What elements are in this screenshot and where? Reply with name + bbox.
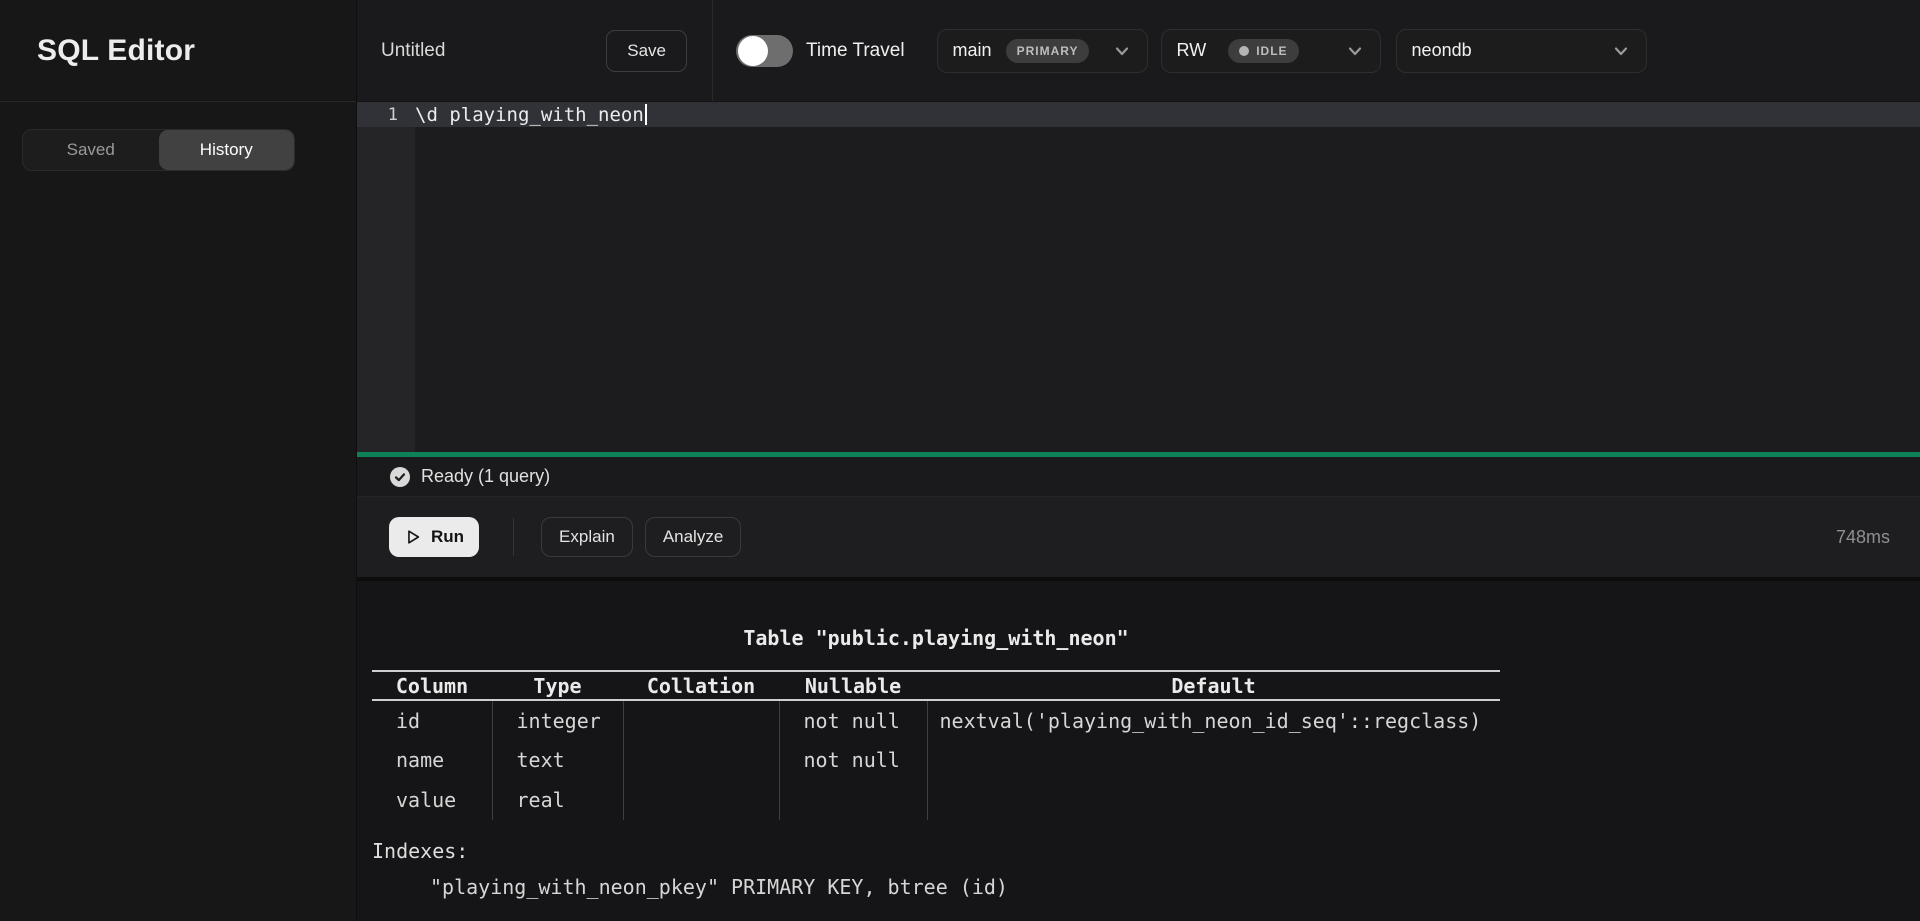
topbar: Untitled Save Time Travel main PRIMARY R…	[357, 0, 1920, 102]
table-row: name text not null	[372, 740, 1500, 780]
run-button[interactable]: Run	[389, 517, 479, 557]
sidebar-header: SQL Editor	[0, 0, 356, 102]
result-table-head: ColumnTypeCollationNullableDefault	[372, 671, 1500, 700]
editor-active-line[interactable]: 1 \d playing_with_neon	[357, 102, 1920, 127]
cell-nullable: not null	[779, 740, 927, 780]
toolbar-divider	[513, 518, 514, 556]
result-table-body: id integer not null nextval('playing_wit…	[372, 700, 1500, 820]
database-select[interactable]: neondb	[1396, 29, 1647, 73]
chevron-down-icon	[1112, 41, 1132, 61]
chevron-down-icon	[1611, 41, 1631, 61]
save-button[interactable]: Save	[606, 30, 687, 72]
compute-status-text: IDLE	[1256, 44, 1287, 58]
play-icon	[404, 528, 422, 546]
sidebar: SQL Editor Saved History	[0, 0, 356, 921]
tab-history-label: History	[200, 140, 253, 160]
cell-type: real	[492, 780, 623, 820]
run-button-label: Run	[431, 527, 464, 547]
cell-nullable	[779, 780, 927, 820]
branch-name: main	[953, 40, 992, 61]
psql-output: Table "public.playing_with_neon" ColumnT…	[372, 625, 1500, 906]
query-title-group: Untitled Save	[357, 0, 712, 101]
check-circle-icon	[390, 467, 410, 487]
cell-collation	[623, 780, 779, 820]
column-header: Column	[372, 671, 492, 700]
query-title[interactable]: Untitled	[381, 40, 445, 62]
cell-nullable: not null	[779, 700, 927, 740]
result-table-title: Table "public.playing_with_neon"	[372, 625, 1500, 651]
database-name: neondb	[1412, 40, 1472, 61]
cell-default	[927, 780, 1500, 820]
sql-editor-area[interactable]: 1 \d playing_with_neon	[357, 102, 1920, 452]
code-text: \d playing_with_neon	[415, 104, 644, 126]
cell-default	[927, 740, 1500, 780]
app-title: SQL Editor	[37, 34, 195, 68]
header-row: ColumnTypeCollationNullableDefault	[372, 671, 1500, 700]
editor-gutter	[357, 102, 415, 452]
column-header: Nullable	[779, 671, 927, 700]
saved-history-switcher: Saved History	[22, 129, 295, 171]
cell-column: id	[372, 700, 492, 740]
cell-collation	[623, 740, 779, 780]
table-row: value real	[372, 780, 1500, 820]
index-line: "playing_with_neon_pkey" PRIMARY KEY, bt…	[372, 869, 1500, 906]
cell-collation	[623, 700, 779, 740]
indexes-label: Indexes:	[372, 833, 1500, 869]
tab-saved[interactable]: Saved	[23, 130, 159, 170]
cell-type: text	[492, 740, 623, 780]
branch-select[interactable]: main PRIMARY	[937, 29, 1148, 73]
status-dot-icon	[1239, 46, 1249, 56]
column-header: Collation	[623, 671, 779, 700]
topbar-divider	[712, 0, 713, 101]
column-header: Type	[492, 671, 623, 700]
query-duration: 748ms	[1836, 527, 1890, 548]
time-travel-toggle[interactable]	[736, 35, 793, 67]
line-number: 1	[357, 105, 415, 125]
cell-column: name	[372, 740, 492, 780]
compute-name: RW	[1177, 40, 1207, 61]
cell-default: nextval('playing_with_neon_id_seq'::regc…	[927, 700, 1500, 740]
result-table: ColumnTypeCollationNullableDefault id in…	[372, 670, 1500, 820]
table-row: id integer not null nextval('playing_wit…	[372, 700, 1500, 740]
status-message: Ready (1 query)	[421, 466, 550, 487]
time-travel-label: Time Travel	[806, 40, 905, 62]
statusbar: Ready (1 query)	[357, 457, 1920, 497]
query-toolbar: Run Explain Analyze 748ms	[357, 497, 1920, 577]
compute-select[interactable]: RW IDLE	[1161, 29, 1381, 73]
tab-history[interactable]: History	[159, 130, 295, 170]
analyze-button[interactable]: Analyze	[645, 517, 741, 557]
cell-column: value	[372, 780, 492, 820]
column-header: Default	[927, 671, 1500, 700]
tab-saved-label: Saved	[67, 140, 115, 160]
explain-button[interactable]: Explain	[541, 517, 633, 557]
chevron-down-icon	[1345, 41, 1365, 61]
toggle-knob-icon	[738, 36, 768, 66]
branch-primary-badge: PRIMARY	[1006, 39, 1090, 63]
main-panel: Untitled Save Time Travel main PRIMARY R…	[356, 0, 1920, 921]
cell-type: integer	[492, 700, 623, 740]
compute-status-badge: IDLE	[1228, 39, 1298, 63]
indexes-list: "playing_with_neon_pkey" PRIMARY KEY, bt…	[372, 869, 1500, 906]
text-cursor	[645, 104, 647, 125]
results-panel: Table "public.playing_with_neon" ColumnT…	[357, 577, 1920, 921]
